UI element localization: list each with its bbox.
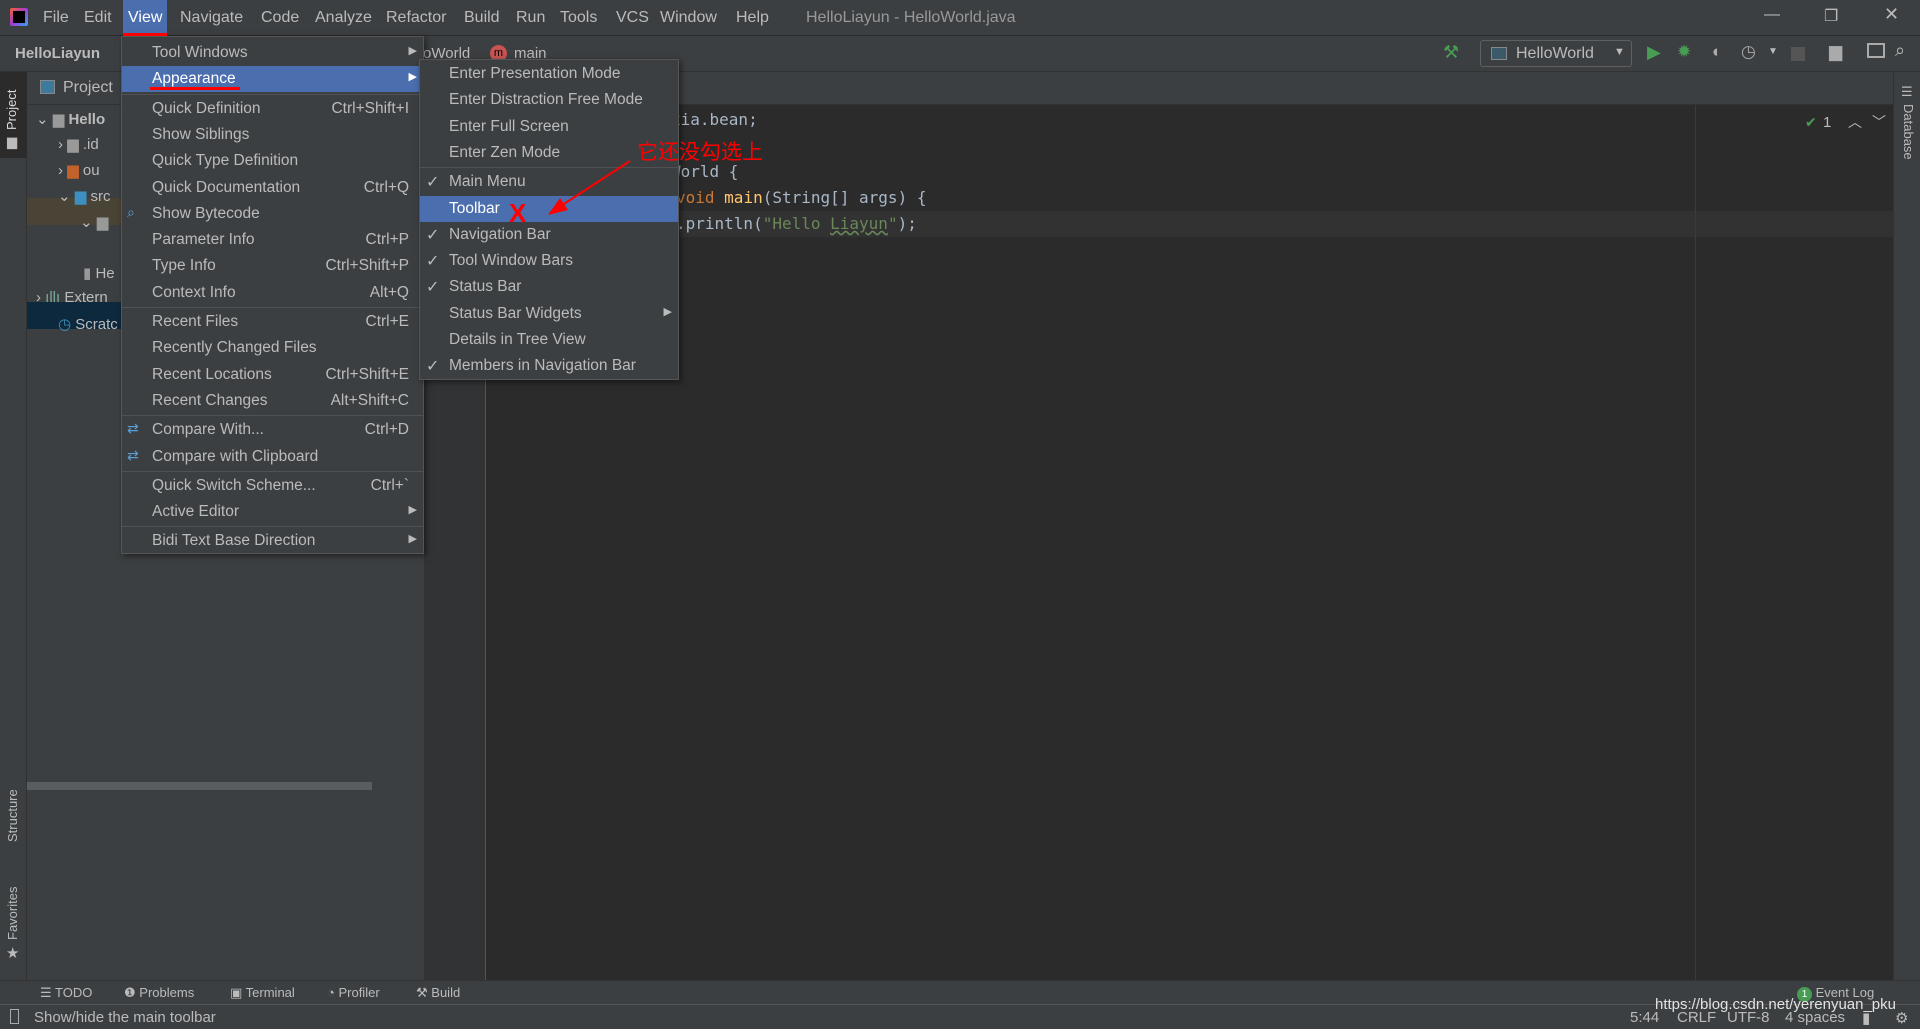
annotation-underline-view <box>123 33 167 36</box>
annotation-overlay: X 它还没勾选上 <box>123 33 763 228</box>
annotation-x-mark: X <box>509 198 527 228</box>
annotation-arrowhead <box>548 198 568 215</box>
annotation-underline-appearance <box>150 87 240 90</box>
annotation-text: 它还没勾选上 <box>637 140 763 164</box>
